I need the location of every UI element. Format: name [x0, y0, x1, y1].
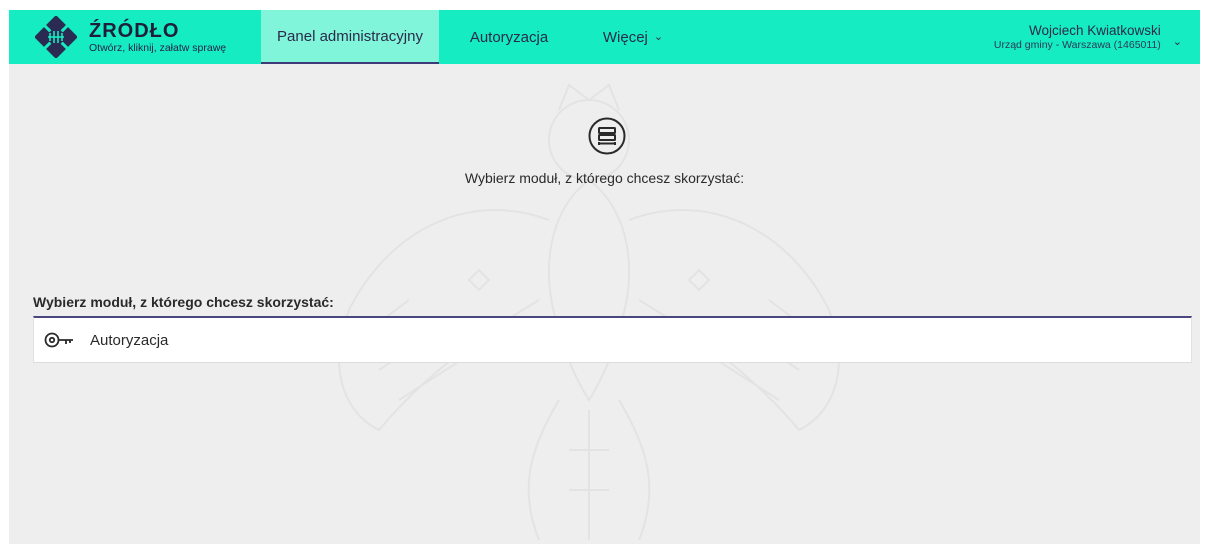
user-name: Wojciech Kwiatkowski	[1028, 23, 1161, 39]
brand-tagline: Otwórz, kliknij, załatw sprawę	[89, 41, 227, 54]
module-item-autoryzacja[interactable]: Autoryzacja	[34, 318, 1191, 362]
section-label: Wybierz moduł, z którego chcesz skorzyst…	[33, 294, 334, 310]
nav-tab-label: Panel administracyjny	[277, 27, 423, 45]
module-prompt: Wybierz moduł, z którego chcesz skorzyst…	[464, 170, 745, 186]
nav-tab-panel-administracyjny[interactable]: Panel administracyjny	[261, 10, 439, 64]
module-list: Autoryzacja	[33, 316, 1192, 363]
brand-logo[interactable]: ŹRÓDŁO Otwórz, kliknij, załatw sprawę	[9, 10, 261, 64]
modules-icon	[588, 117, 626, 155]
chevron-down-icon: ⌄	[1172, 35, 1182, 48]
nav-tab-label: Więcej	[602, 28, 648, 46]
nav-tab-autoryzacja[interactable]: Autoryzacja	[439, 10, 579, 64]
nav-tab-label: Autoryzacja	[469, 28, 549, 46]
module-label: Autoryzacja	[90, 331, 169, 349]
user-office: Urząd gminy - Warszawa (1465011)	[993, 38, 1161, 51]
app-frame: ŹRÓDŁO Otwórz, kliknij, załatw sprawę Pa…	[9, 10, 1200, 544]
nav-tab-wiecej[interactable]: Więcej ⌄	[579, 10, 687, 64]
chevron-down-icon: ⌄	[653, 30, 664, 43]
user-menu[interactable]: Wojciech Kwiatkowski Urząd gminy - Warsz…	[994, 10, 1200, 64]
key-icon	[44, 332, 73, 348]
brand-name: ŹRÓDŁO	[89, 19, 180, 42]
top-nav-bar: ŹRÓDŁO Otwórz, kliknij, załatw sprawę Pa…	[9, 10, 1200, 64]
zrodlo-logo-icon	[35, 16, 77, 58]
